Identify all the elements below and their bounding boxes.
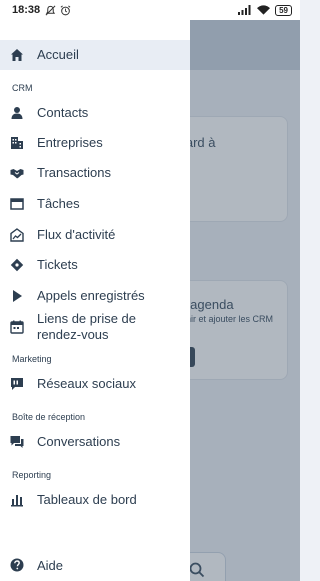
section-label-crm: CRM [12,83,33,93]
drawer-item-dashboards[interactable]: Tableaux de bord [0,485,190,515]
drawer-item-meetings[interactable]: Liens de prise de rendez-vous [0,309,190,345]
help-icon [10,558,24,572]
drawer-item-label: Entreprises [37,135,103,150]
signal-icon [238,5,251,15]
drawer-item-label: Contacts [37,105,89,120]
handshake-icon [10,166,24,180]
status-bar: 18:38 59 [0,0,300,20]
drawer-item-contacts[interactable]: Contacts [0,98,190,128]
drawer-item-label: Liens de prise de rendez-vous [37,311,137,342]
section-label-reporting: Reporting [12,470,52,480]
drawer-item-companies[interactable]: Entreprises [0,128,190,158]
battery-icon: 59 [275,4,292,16]
drawer-item-tickets[interactable]: Tickets [0,250,190,280]
conversation-icon [10,435,24,449]
drawer-item-label: Tableaux de bord [37,492,137,507]
drawer-item-calls[interactable]: Appels enregistrés [0,281,190,311]
drawer-item-tasks[interactable]: Tâches [0,189,190,219]
drawer-item-label: Conversations [37,434,121,449]
drawer-item-deals[interactable]: Transactions [0,158,190,188]
drawer-item-label: Flux d'activité [37,227,116,242]
drawer-item-activity[interactable]: Flux d'activité [0,220,190,250]
home-icon [10,48,24,62]
drawer-item-help[interactable]: Aide [0,551,190,581]
status-time: 18:38 [12,4,41,16]
navigation-drawer: Accueil CRM Contacts Entreprises Transac… [0,20,190,581]
contact-icon [10,106,24,120]
drawer-item-social[interactable]: Réseaux sociaux [0,369,190,399]
drawer-item-label: Tâches [37,196,80,211]
drawer-item-label: Aide [37,558,64,573]
section-label-marketing: Marketing [12,354,52,364]
tasks-icon [10,197,24,211]
drawer-item-label: Réseaux sociaux [37,376,136,391]
social-chat-icon [10,377,24,391]
ticket-icon [10,258,24,272]
drawer-item-label: Tickets [37,257,78,272]
activity-feed-icon [10,228,24,242]
drawer-item-label: Transactions [37,165,111,180]
alarm-icon [60,5,71,15]
bar-chart-icon [10,493,24,507]
mute-icon [45,5,56,15]
building-icon [10,136,24,150]
drawer-item-conversations[interactable]: Conversations [0,427,190,457]
drawer-item-home[interactable]: Accueil [0,40,190,70]
drawer-item-label: Accueil [37,47,79,62]
play-icon [10,289,24,303]
drawer-item-label: Appels enregistrés [37,288,145,303]
calendar-icon [10,320,24,334]
wifi-icon [257,5,271,15]
section-label-inbox: Boîte de réception [12,412,86,422]
